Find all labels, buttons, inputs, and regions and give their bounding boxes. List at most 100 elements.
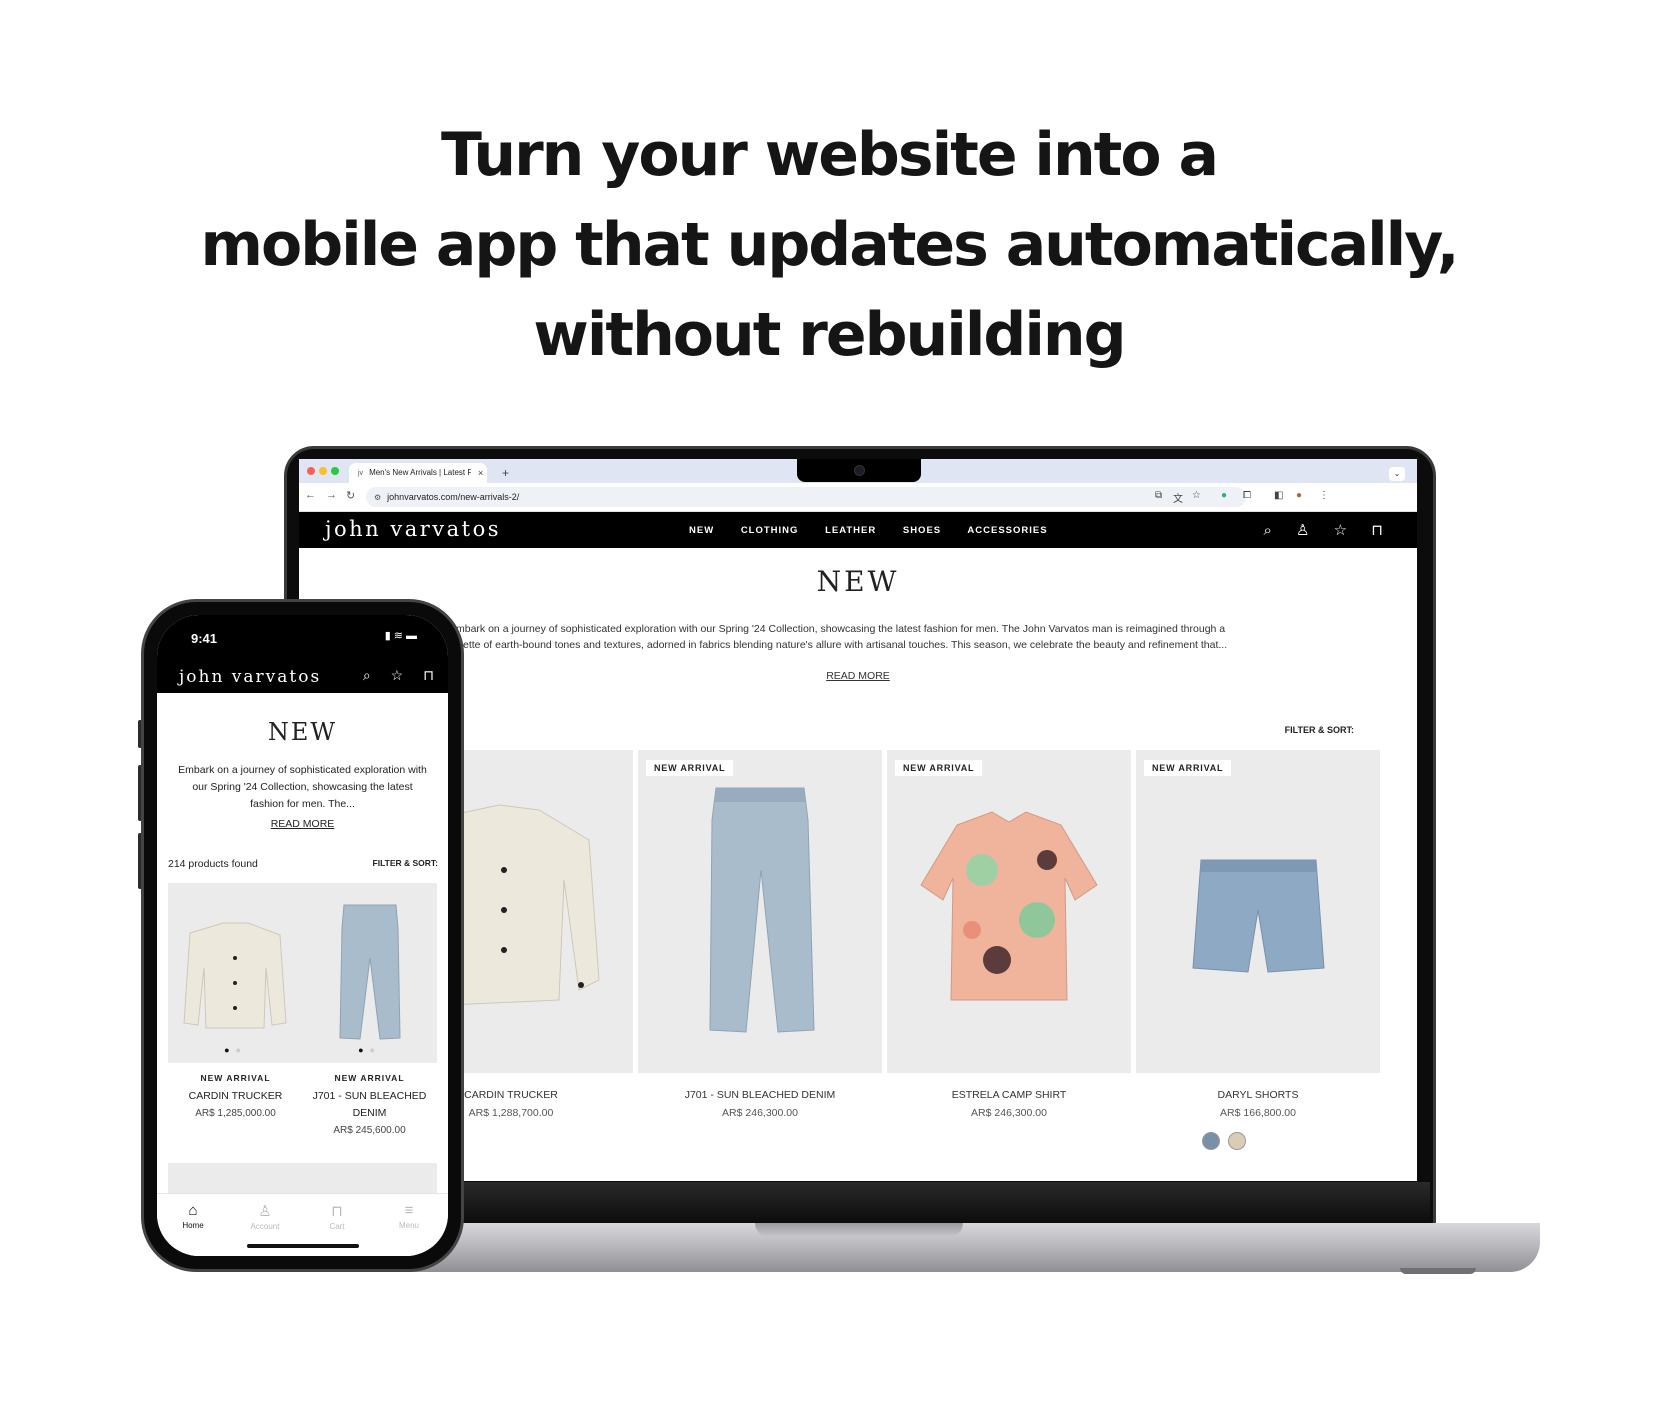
- product-name[interactable]: DARYL SHORTS: [1136, 1089, 1380, 1101]
- tab-menu[interactable]: ≡ Menu: [373, 1202, 445, 1230]
- product-card-placeholder[interactable]: [302, 1163, 437, 1193]
- product-card[interactable]: NEW ARRIVAL J701 - SUN BLEACHED DENIM AR…: [638, 750, 882, 1119]
- product-price: AR$ 245,600.00: [333, 1125, 406, 1136]
- product-name[interactable]: ESTRELA CAMP SHIRT: [887, 1089, 1131, 1101]
- product-price: AR$ 246,300.00: [722, 1107, 798, 1119]
- extensions-icon[interactable]: ⧠: [1243, 490, 1251, 501]
- tab-account[interactable]: ♙ Account: [229, 1202, 301, 1231]
- filter-sort-button[interactable]: FILTER & SORT:: [1285, 725, 1354, 735]
- wishlist-star-icon[interactable]: ☆: [391, 667, 404, 683]
- new-arrival-badge: NEW ARRIVAL: [895, 760, 983, 776]
- description-line-1: Embark on a journey of sophisticated exp…: [449, 623, 1226, 635]
- install-app-icon[interactable]: ⧉: [1155, 490, 1162, 501]
- laptop-screen: jvMen's New Arrivals | Latest Fashion × …: [299, 459, 1417, 1181]
- menu-item-new[interactable]: NEW: [689, 525, 714, 536]
- product-card[interactable]: NEW ARRIVAL DARYL SHORTS AR$ 166,800.00: [1136, 750, 1380, 1119]
- product-name[interactable]: J701 - SUN BLEACHED DENIM: [302, 1088, 437, 1122]
- headline-line-2: mobile app that updates automatically,: [200, 210, 1459, 280]
- headline-line-3: without rebuilding: [533, 300, 1126, 370]
- signal-icon: ▮: [384, 630, 394, 642]
- browser-menu-icon[interactable]: ⋮: [1319, 490, 1329, 501]
- shirt-image: [920, 811, 1098, 1001]
- main-menu: NEW CLOTHING LEATHER SHOES ACCESSORIES: [689, 525, 1071, 536]
- home-indicator: [247, 1244, 359, 1248]
- site-logo[interactable]: john varvatos: [325, 517, 501, 541]
- tab-label: Account: [250, 1222, 280, 1231]
- menu-item-clothing[interactable]: CLOTHING: [741, 525, 799, 536]
- new-arrival-badge: NEW ARRIVAL: [1144, 760, 1232, 776]
- new-arrival-badge: NEW ARRIVAL: [200, 1073, 271, 1083]
- new-arrival-badge: NEW ARRIVAL: [646, 760, 734, 776]
- site-header: john varvatos NEW CLOTHING LEATHER SHOES…: [299, 512, 1417, 548]
- browser-tab[interactable]: jv Men's New Arrivals | Latest Fashion: [349, 463, 487, 483]
- product-card[interactable]: ●● NEW ARRIVAL J701 - SUN BLEACHED DENIM…: [302, 883, 437, 1136]
- tab-close-icon[interactable]: ×: [478, 463, 483, 483]
- product-image[interactable]: ●●: [168, 883, 303, 1063]
- tab-label: Menu: [398, 1221, 419, 1230]
- battery-icon: ▬: [406, 630, 420, 642]
- product-price: AR$ 166,800.00: [1220, 1107, 1296, 1119]
- carousel-dots[interactable]: ●●: [302, 1045, 437, 1055]
- jeans-image: [709, 787, 815, 1033]
- shorts-image: [1192, 859, 1325, 973]
- search-icon[interactable]: ⌕: [1263, 522, 1271, 539]
- tab-label: Cart: [329, 1222, 345, 1231]
- color-swatches: [1202, 1132, 1250, 1155]
- phone-header: 9:41 ▮≋▬ john varvatos ⌕ ☆ ⊓: [157, 615, 448, 693]
- product-card[interactable]: ●● NEW ARRIVAL CARDIN TRUCKER AR$ 1,285,…: [168, 883, 303, 1119]
- read-more-link[interactable]: READ MORE: [299, 670, 1417, 682]
- product-image[interactable]: NEW ARRIVAL: [638, 750, 882, 1073]
- page-title: NEW: [816, 565, 900, 598]
- translate-icon[interactable]: 文: [1173, 490, 1183, 505]
- bag-icon[interactable]: ⊓: [1371, 522, 1383, 539]
- bookmark-star-icon[interactable]: ☆: [1192, 490, 1201, 501]
- address-bar[interactable]: ⚙ johnvarvatos.com/new-arrivals-2/: [366, 487, 1246, 507]
- menu-item-shoes[interactable]: SHOES: [903, 525, 941, 536]
- header-icons: ⌕ ♙ ☆ ⊓: [1243, 521, 1383, 539]
- url-text: johnvarvatos.com/new-arrivals-2/: [387, 492, 520, 502]
- tab-home[interactable]: ⌂ Home: [157, 1202, 229, 1230]
- color-swatch[interactable]: [1202, 1132, 1220, 1150]
- grammarly-extension-icon[interactable]: ●: [1221, 490, 1227, 501]
- minimize-window-icon[interactable]: [319, 467, 327, 475]
- product-image[interactable]: ●●: [302, 883, 437, 1063]
- new-tab-icon[interactable]: +: [502, 463, 509, 483]
- side-panel-icon[interactable]: ◧: [1274, 490, 1283, 501]
- carousel-dots[interactable]: ●●: [168, 1045, 303, 1055]
- color-swatch[interactable]: [1228, 1132, 1247, 1150]
- wishlist-star-icon[interactable]: ☆: [1334, 522, 1347, 539]
- wifi-icon: ≋: [393, 630, 406, 642]
- product-name[interactable]: J701 - SUN BLEACHED DENIM: [638, 1089, 882, 1101]
- product-image[interactable]: NEW ARRIVAL: [887, 750, 1131, 1073]
- product-name[interactable]: CARDIN TRUCKER: [168, 1088, 303, 1105]
- product-card-placeholder[interactable]: [168, 1163, 303, 1193]
- laptop-notch: [797, 459, 921, 482]
- bag-icon[interactable]: ⊓: [423, 667, 434, 683]
- reload-icon[interactable]: ↻: [346, 489, 355, 502]
- menu-item-leather[interactable]: LEATHER: [825, 525, 876, 536]
- read-more-link[interactable]: READ MORE: [157, 818, 448, 830]
- close-window-icon[interactable]: [307, 467, 315, 475]
- profile-avatar-icon[interactable]: ●: [1296, 490, 1302, 501]
- home-icon: ⌂: [188, 1202, 198, 1219]
- site-info-icon[interactable]: ⚙: [374, 488, 381, 508]
- description-line-2: palette of earth-bound tones and texture…: [449, 639, 1228, 651]
- jeans-image: [339, 904, 401, 1040]
- tab-cart[interactable]: ⊓ Cart: [301, 1202, 373, 1231]
- product-card[interactable]: NEW ARRIVAL ESTRELA CAMP SHIRT AR$ 246,3…: [887, 750, 1131, 1119]
- new-arrival-badge: NEW ARRIVAL: [334, 1073, 405, 1083]
- account-icon[interactable]: ♙: [1296, 522, 1309, 539]
- maximize-window-icon[interactable]: [331, 467, 339, 475]
- menu-item-accessories[interactable]: ACCESSORIES: [967, 525, 1047, 536]
- tab-search-icon[interactable]: ⌄: [1389, 467, 1405, 481]
- filter-sort-button[interactable]: FILTER & SORT:: [373, 858, 438, 868]
- forward-icon[interactable]: →: [326, 489, 337, 501]
- product-image[interactable]: NEW ARRIVAL: [1136, 750, 1380, 1073]
- back-icon[interactable]: ←: [305, 489, 316, 501]
- phone-frame: 9:41 ▮≋▬ john varvatos ⌕ ☆ ⊓ NEW Embark …: [141, 599, 464, 1272]
- search-icon[interactable]: ⌕: [363, 667, 371, 683]
- app-logo[interactable]: john varvatos: [179, 667, 321, 687]
- headline: Turn your website into a mobile app that…: [0, 110, 1658, 380]
- product-count: 214 products found: [168, 858, 258, 870]
- product-price: AR$ 246,300.00: [971, 1107, 1047, 1119]
